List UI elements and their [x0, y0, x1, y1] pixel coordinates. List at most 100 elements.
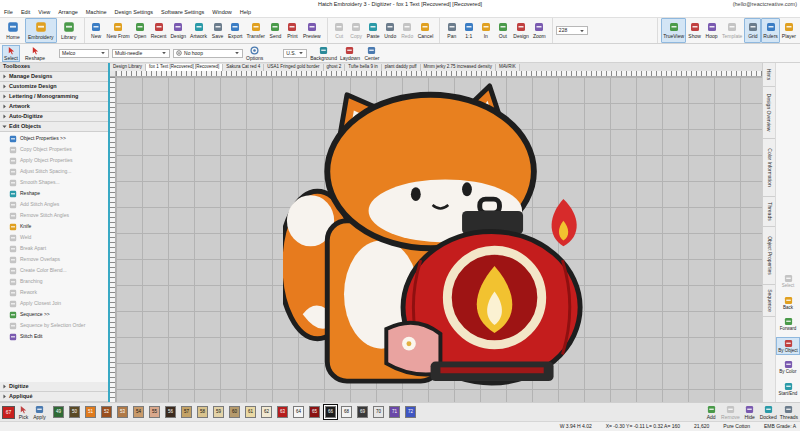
color-swatch[interactable]: 59: [211, 404, 226, 420]
toolbox-section-header[interactable]: Edit Objects: [0, 122, 108, 132]
toolbox-section-header[interactable]: Manage Designs: [0, 72, 108, 82]
design-canvas[interactable]: [116, 77, 762, 402]
side-tab[interactable]: Sequence: [763, 285, 775, 317]
color-swatch[interactable]: 71: [387, 404, 402, 420]
ribbon-button[interactable]: Pan: [443, 18, 460, 43]
ribbon-button[interactable]: Show: [686, 18, 703, 43]
menu-item[interactable]: Edit: [21, 10, 30, 16]
ribbon-button[interactable]: New From: [105, 18, 132, 43]
document-tab[interactable]: ghost 2: [324, 64, 346, 71]
document-tab[interactable]: MAVRIK: [496, 64, 520, 71]
color-swatch[interactable]: 72: [403, 404, 418, 420]
ribbon-button[interactable]: Transfer: [244, 18, 266, 43]
view-tool-button[interactable]: Laydown: [340, 46, 360, 61]
toolbox-item[interactable]: Stitch Edit: [0, 331, 108, 342]
fox-lantern-design[interactable]: [283, 83, 588, 388]
side-tab[interactable]: Threads: [763, 197, 775, 227]
palette-action[interactable]: Docked: [760, 405, 777, 420]
side-tool-button[interactable]: Start/End: [776, 380, 800, 399]
toolbox-section-header[interactable]: Digitize: [0, 382, 108, 392]
zoom-field[interactable]: 228: [556, 26, 588, 35]
toolbox-section-header[interactable]: Auto-Digitize: [0, 112, 108, 122]
color-swatch[interactable]: 65: [307, 404, 322, 420]
menu-item[interactable]: Window: [212, 10, 232, 16]
view-tool-button[interactable]: Center: [363, 46, 381, 61]
toolbox-item[interactable]: Reshape: [0, 188, 108, 199]
ribbon-button[interactable]: Design: [511, 18, 531, 43]
ribbon-button[interactable]: Export: [226, 18, 244, 43]
mode-button[interactable]: Embroidery: [25, 18, 57, 43]
ribbon-button[interactable]: Rulers: [761, 18, 779, 43]
color-swatch[interactable]: 68: [339, 404, 354, 420]
ribbon-button[interactable]: Design: [168, 18, 188, 43]
side-tool-button[interactable]: Back: [776, 294, 800, 313]
ribbon-button[interactable]: Artwork: [188, 18, 209, 43]
palette-action[interactable]: Add: [704, 405, 718, 420]
document-tab[interactable]: fox 1 Text [Recovered] [Recovered]: [146, 64, 223, 71]
toolbox-item[interactable]: Sequence >>: [0, 309, 108, 320]
ribbon-button[interactable]: Send: [267, 18, 284, 43]
ribbon-button[interactable]: Undo: [382, 18, 399, 43]
tool-button[interactable]: Select: [2, 45, 20, 62]
ribbon-button[interactable]: Paste: [365, 18, 382, 43]
color-swatch[interactable]: 53: [115, 404, 130, 420]
document-tab[interactable]: plant daddy puff: [382, 64, 421, 71]
ribbon-button[interactable]: Player: [780, 18, 798, 43]
color-swatch[interactable]: 56: [163, 404, 178, 420]
side-tab[interactable]: Design Overview: [763, 87, 775, 139]
palette-action[interactable]: Hide: [743, 405, 757, 420]
ribbon-button[interactable]: Recent: [149, 18, 169, 43]
color-swatch[interactable]: 61: [243, 404, 258, 420]
palette-action[interactable]: Threads: [780, 405, 798, 420]
color-swatch[interactable]: 70: [371, 404, 386, 420]
options-button[interactable]: Options: [246, 46, 263, 61]
palette-tool[interactable]: Apply: [32, 405, 47, 420]
color-swatch[interactable]: 52: [99, 404, 114, 420]
side-tab[interactable]: Object Properties: [763, 227, 775, 285]
color-swatch[interactable]: 64: [291, 404, 306, 420]
color-swatch[interactable]: 54: [131, 404, 146, 420]
menu-item[interactable]: Software Settings: [161, 10, 204, 16]
color-swatch[interactable]: 50: [67, 404, 82, 420]
color-swatch[interactable]: 63: [275, 404, 290, 420]
ribbon-button[interactable]: Preview: [301, 18, 323, 43]
menu-item[interactable]: Machine: [86, 10, 107, 16]
toolbox-item[interactable]: Object Properties >>: [0, 133, 108, 144]
dropdown[interactable]: Melco: [59, 49, 109, 58]
color-swatch[interactable]: 66: [323, 404, 338, 420]
ribbon-button[interactable]: Save: [209, 18, 226, 43]
menu-item[interactable]: Arrange: [58, 10, 78, 16]
toolbox-section-header[interactable]: Lettering / Monogramming: [0, 92, 108, 102]
document-tab[interactable]: Mmm jerky 2.75 increased density: [421, 64, 496, 71]
ribbon-button[interactable]: Open: [132, 18, 149, 43]
color-swatch[interactable]: 51: [83, 404, 98, 420]
menu-item[interactable]: View: [38, 10, 50, 16]
side-tool-button[interactable]: Forward: [776, 315, 800, 334]
menu-item[interactable]: Design Settings: [115, 10, 154, 16]
tool-button[interactable]: Reshape: [23, 45, 47, 62]
color-swatch[interactable]: 55: [147, 404, 162, 420]
palette-tool[interactable]: Pick: [16, 405, 31, 420]
side-tool-button[interactable]: By Object: [776, 337, 800, 356]
ribbon-button[interactable]: In: [477, 18, 494, 43]
ribbon-button[interactable]: Grid: [744, 18, 761, 43]
color-swatch[interactable]: 62: [259, 404, 274, 420]
color-swatch[interactable]: 58: [195, 404, 210, 420]
toolbox-section-header[interactable]: Customize Design: [0, 82, 108, 92]
view-tool-button[interactable]: Background: [310, 46, 337, 61]
dropdown[interactable]: U.S.: [283, 49, 307, 58]
color-swatch[interactable]: 69: [355, 404, 370, 420]
document-tab[interactable]: Sakura Cat red 4: [223, 64, 264, 71]
side-tab[interactable]: Hints: [763, 63, 775, 87]
current-color-swatch[interactable]: 67: [2, 406, 15, 419]
color-swatch[interactable]: 57: [179, 404, 194, 420]
mode-button[interactable]: Home: [2, 18, 24, 43]
document-tab[interactable]: USA1 Fringed gold border: [264, 64, 323, 71]
ribbon-button[interactable]: Out: [494, 18, 511, 43]
dropdown[interactable]: Multi-needle: [112, 49, 170, 58]
document-tab[interactable]: Tufte bella 9 in: [345, 64, 381, 71]
menu-item[interactable]: Help: [240, 10, 251, 16]
color-swatch[interactable]: 60: [227, 404, 242, 420]
ribbon-button[interactable]: New: [88, 18, 105, 43]
document-tab[interactable]: Design Library: [110, 64, 146, 71]
